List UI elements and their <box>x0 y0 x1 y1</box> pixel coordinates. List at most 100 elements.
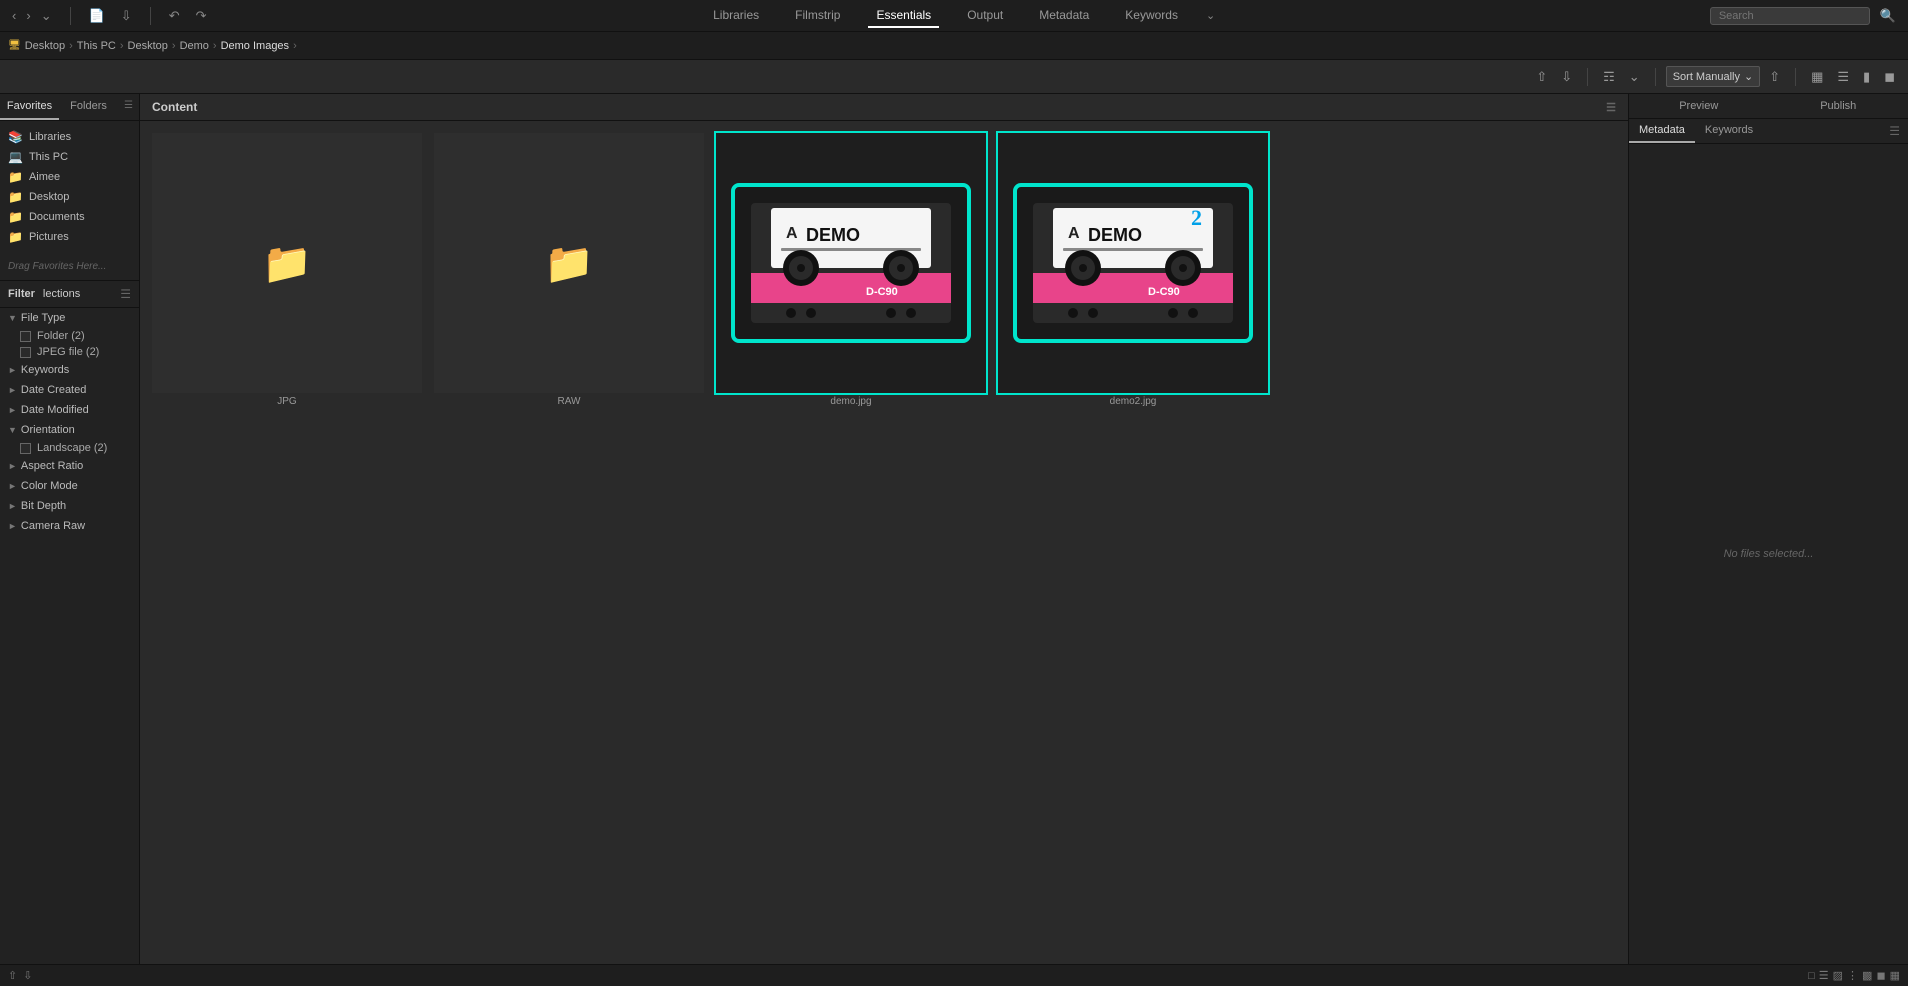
search-btn[interactable]: 🔍 <box>1876 6 1900 26</box>
tab-libraries[interactable]: Libraries <box>705 4 767 28</box>
status-icon-1[interactable]: □ <box>1808 970 1815 982</box>
filter-orientation-header[interactable]: ▼ Orientation <box>0 420 139 440</box>
status-icon-6[interactable]: ◼ <box>1876 969 1885 982</box>
status-icon-7[interactable]: ▦ <box>1890 969 1900 982</box>
fav-documents[interactable]: 📁 Documents <box>0 207 139 227</box>
sort-ascending-btn[interactable]: ⇧ <box>1531 66 1552 88</box>
jpg-folder-icon: 📁 <box>262 240 312 287</box>
keywords-arrow: ► <box>8 365 17 375</box>
fav-aimee[interactable]: 📁 Aimee <box>0 167 139 187</box>
filter-folder[interactable]: Folder (2) <box>0 328 139 344</box>
view-mode-btn3[interactable]: ▮ <box>1858 66 1875 88</box>
breadcrumb: 🖥 Desktop › This PC › Desktop › Demo › D… <box>0 32 1908 60</box>
content-grid: 📁 JPG 📁 RAW <box>140 121 1628 964</box>
filter-datecreated-header[interactable]: ► Date Created <box>0 380 139 400</box>
filter-colormode-header[interactable]: ► Color Mode <box>0 476 139 496</box>
filter-keywords-header[interactable]: ► Keywords <box>0 360 139 380</box>
sort-descending-btn[interactable]: ⇩ <box>1556 66 1577 88</box>
top-nav: ‹ › ⌄ 📄 ⇩ ↶ ↷ Libraries Filmstrip Essent… <box>0 0 1908 32</box>
right-meta-tab-keywords[interactable]: Keywords <box>1695 119 1763 143</box>
status-icon-3[interactable]: ▨ <box>1833 969 1843 982</box>
item-jpg[interactable]: 📁 JPG <box>152 133 422 418</box>
content-header-menu[interactable]: ☰ <box>1606 101 1616 114</box>
content-title: Content <box>152 100 197 114</box>
tab-essentials[interactable]: Essentials <box>868 4 939 28</box>
datemodified-arrow: ► <box>8 405 17 415</box>
item-raw[interactable]: 📁 RAW <box>434 133 704 418</box>
panel-menu-icon[interactable]: ☰ <box>118 94 139 120</box>
item-jpg-label: JPG <box>277 396 296 407</box>
breadcrumb-desktop[interactable]: Desktop <box>25 40 65 52</box>
filter-dropdown-btn[interactable]: ⌄ <box>1624 66 1645 88</box>
tab-keywords[interactable]: Keywords <box>1117 4 1186 28</box>
filter-datemodified-header[interactable]: ► Date Modified <box>0 400 139 420</box>
breadcrumb-demo[interactable]: Demo <box>180 40 209 52</box>
toolbar-divider-3 <box>1795 68 1796 86</box>
right-meta-tab-metadata[interactable]: Metadata <box>1629 119 1695 143</box>
libraries-icon: 📚 <box>8 130 23 144</box>
item-demo2[interactable]: A DEMO 2 D-C90 <box>998 133 1268 418</box>
view-mode-btn1[interactable]: ▦ <box>1806 66 1828 88</box>
breadcrumb-desktop2[interactable]: Desktop <box>128 40 168 52</box>
aspectratio-arrow: ► <box>8 461 17 471</box>
filter-filetype-header[interactable]: ▼ File Type <box>0 308 139 328</box>
filter-orientation: ▼ Orientation Landscape (2) <box>0 420 139 456</box>
sort-dropdown-label: Sort Manually <box>1673 71 1740 83</box>
sections-label[interactable]: lections <box>43 288 80 300</box>
filter-jpeg[interactable]: JPEG file (2) <box>0 344 139 360</box>
more-tabs-btn[interactable]: ⌄ <box>1206 4 1215 28</box>
sort-dropdown[interactable]: Sort Manually ⌄ <box>1666 66 1760 87</box>
right-tab-publish[interactable]: Publish <box>1769 94 1908 118</box>
tab-metadata[interactable]: Metadata <box>1031 4 1097 28</box>
status-icon-2[interactable]: ☰ <box>1819 969 1829 982</box>
status-icon-5[interactable]: ▩ <box>1862 969 1872 982</box>
no-files-msg: No files selected... <box>1629 144 1908 964</box>
redo-btn[interactable]: ↷ <box>192 6 211 26</box>
status-down-btn[interactable]: ⇩ <box>23 969 32 982</box>
sort-order-btn[interactable]: ⇧ <box>1764 66 1785 88</box>
nav-action-btn[interactable]: ⇩ <box>117 6 136 26</box>
right-tab-preview[interactable]: Preview <box>1629 94 1769 118</box>
status-icon-4[interactable]: ⋮ <box>1847 969 1858 982</box>
folder-up-btn[interactable]: 📄 <box>85 6 109 26</box>
desktop-fav-icon: 📁 <box>8 190 23 204</box>
fav-thispc[interactable]: 💻 This PC <box>0 147 139 167</box>
main-layout: Favorites Folders ☰ 📚 Libraries 💻 This P… <box>0 94 1908 964</box>
breadcrumb-demoimages[interactable]: Demo Images <box>221 40 289 52</box>
filter-aspectratio-header[interactable]: ► Aspect Ratio <box>0 456 139 476</box>
toolbar-divider-1 <box>1587 68 1588 86</box>
folder-checkbox[interactable] <box>20 331 31 342</box>
filter-label: Filter <box>8 288 35 300</box>
search-input[interactable] <box>1710 7 1870 25</box>
view-mode-btn2[interactable]: ☰ <box>1832 66 1854 88</box>
fav-desktop[interactable]: 📁 Desktop <box>0 187 139 207</box>
landscape-checkbox[interactable] <box>20 443 31 454</box>
svg-text:2: 2 <box>1191 205 1202 230</box>
tab-favorites[interactable]: Favorites <box>0 94 59 120</box>
breadcrumb-thispc[interactable]: This PC <box>77 40 116 52</box>
item-jpg-thumb: 📁 <box>152 133 422 393</box>
fav-pictures[interactable]: 📁 Pictures <box>0 227 139 247</box>
tab-output[interactable]: Output <box>959 4 1011 28</box>
forward-btn[interactable]: › <box>22 6 34 25</box>
item-demo1[interactable]: A DEMO D-C90 <box>716 133 986 418</box>
cassette1-wrapper: A DEMO D-C90 <box>731 183 971 343</box>
filter-landscape[interactable]: Landscape (2) <box>0 440 139 456</box>
favorites-section: 📚 Libraries 💻 This PC 📁 Aimee 📁 Desktop … <box>0 121 139 253</box>
right-meta-tabs: Metadata Keywords ☰ <box>1629 119 1908 144</box>
back-btn[interactable]: ‹ <box>8 6 20 25</box>
nav-dropdown-btn[interactable]: ⌄ <box>37 6 56 26</box>
right-panel: Preview Publish Metadata Keywords ☰ No f… <box>1628 94 1908 964</box>
status-up-btn[interactable]: ⇧ <box>8 969 17 982</box>
filter-bitdepth-header[interactable]: ► Bit Depth <box>0 496 139 516</box>
filter-cameraraw-header[interactable]: ► Camera Raw <box>0 516 139 536</box>
tab-filmstrip[interactable]: Filmstrip <box>787 4 848 28</box>
fav-libraries[interactable]: 📚 Libraries <box>0 127 139 147</box>
filter-btn[interactable]: ☶ <box>1598 66 1620 88</box>
undo-btn[interactable]: ↶ <box>165 6 184 26</box>
right-meta-menu-btn[interactable]: ☰ <box>1881 119 1908 143</box>
view-mode-btn4[interactable]: ◼ <box>1879 66 1900 88</box>
jpeg-checkbox[interactable] <box>20 347 31 358</box>
filter-menu-btn[interactable]: ☰ <box>120 287 131 301</box>
tab-folders[interactable]: Folders <box>59 94 118 120</box>
